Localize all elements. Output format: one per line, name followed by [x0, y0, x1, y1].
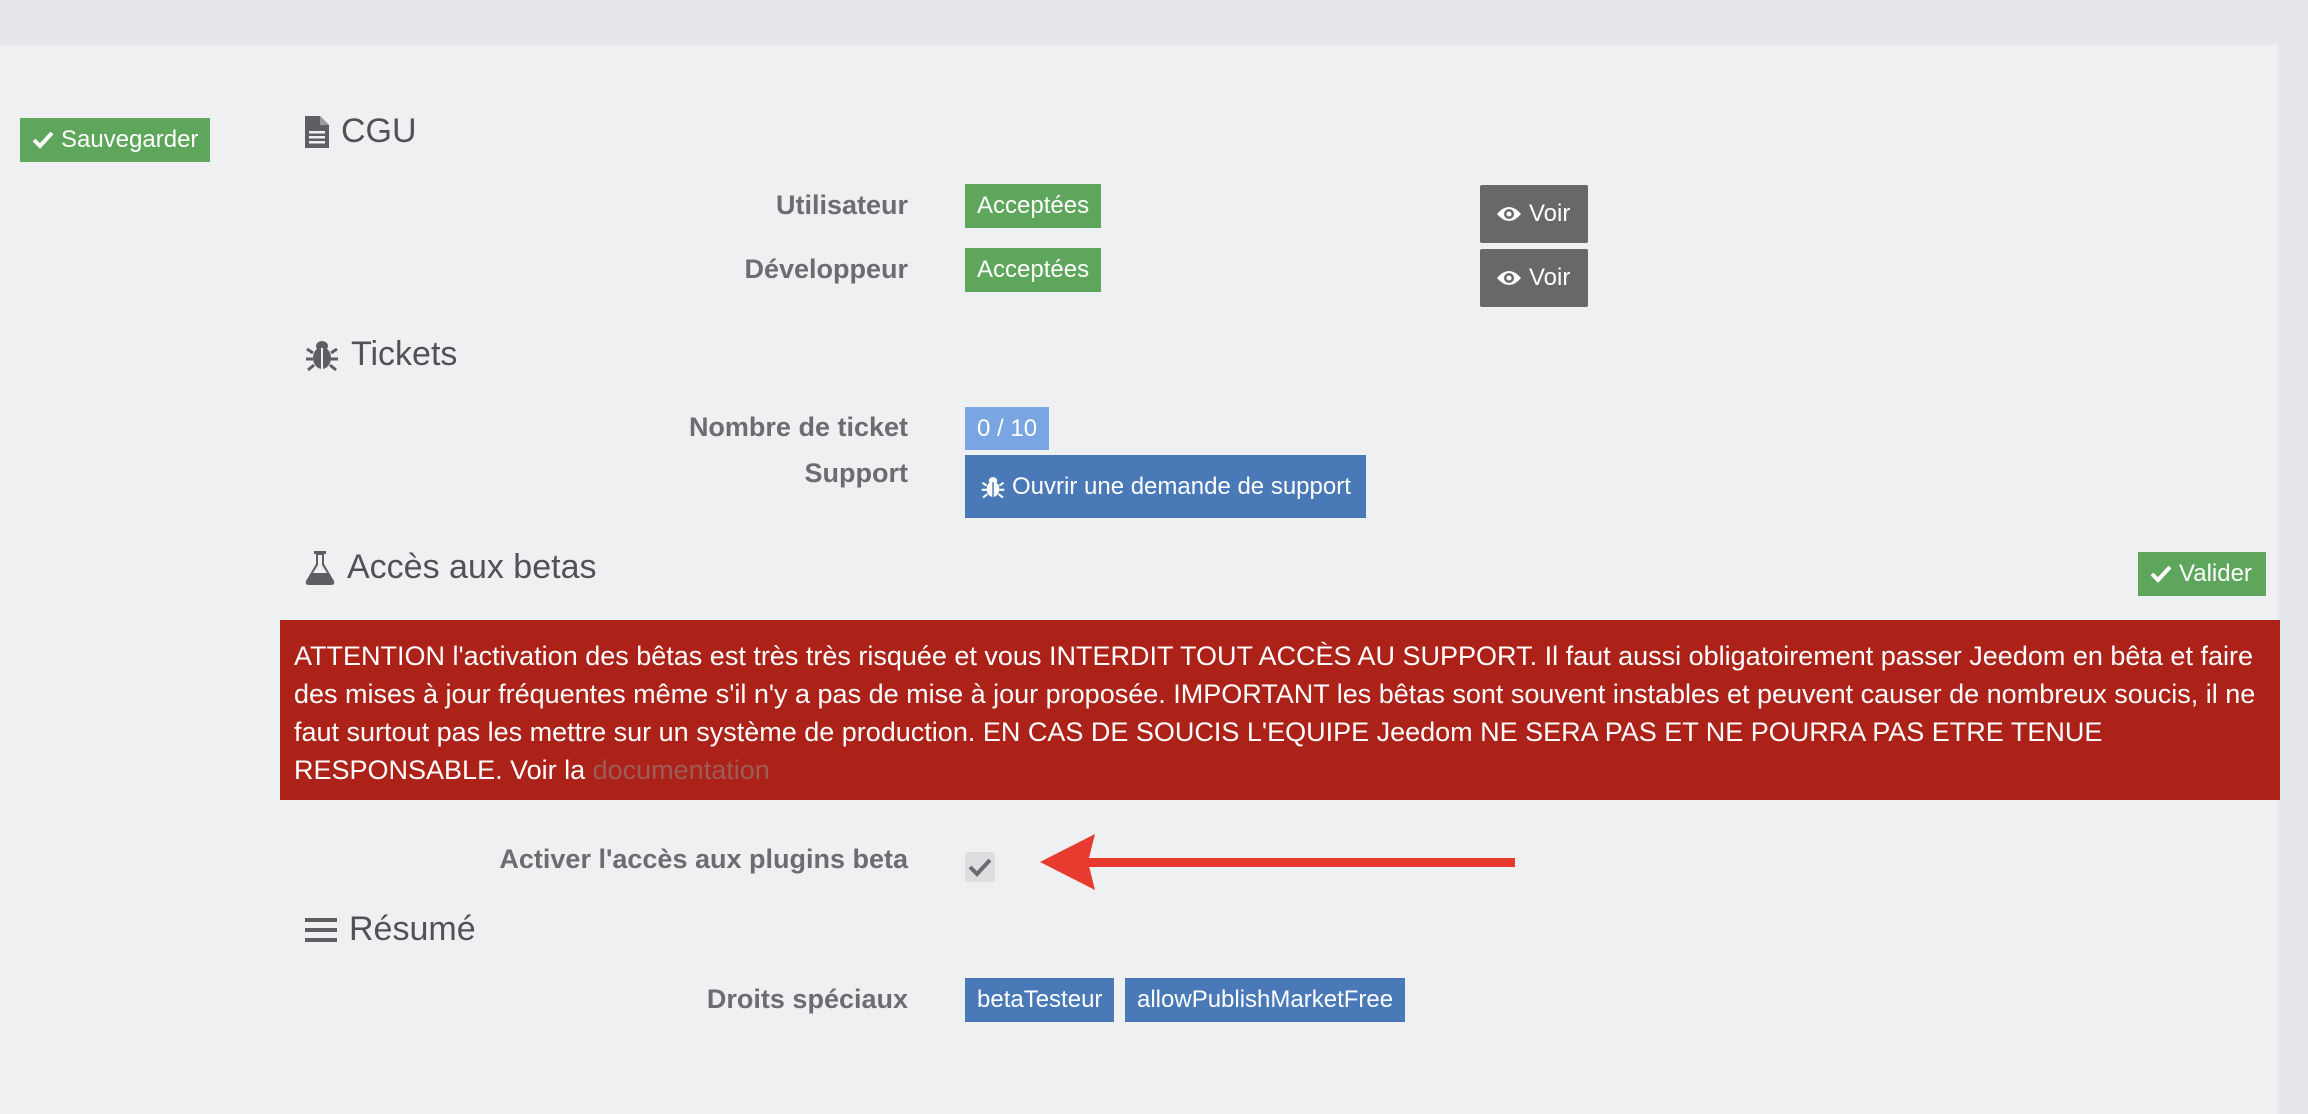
section-title-betas: Accès aux betas: [305, 548, 596, 587]
open-support-request-label: Ouvrir une demande de support: [1012, 472, 1351, 500]
validate-button-label: Valider: [2179, 560, 2252, 587]
section-title-cgu: CGU: [305, 112, 417, 151]
ticket-count-label: Nombre de ticket: [688, 412, 908, 442]
right-badge-betatesteur: betaTesteur: [965, 978, 1115, 1022]
top-bar: [0, 0, 2308, 45]
save-button-label: Sauvegarder: [61, 126, 199, 153]
bug-icon: [981, 476, 1005, 498]
flask-icon: [305, 550, 335, 585]
eye-icon: [1497, 271, 1521, 285]
cgu-user-view-button[interactable]: Voir: [1480, 185, 1588, 243]
beta-warning-alert: ATTENTION l'activation des bêtas est trè…: [280, 620, 2280, 800]
cgu-dev-view-label: Voir: [1529, 264, 1571, 291]
section-title-resume: Résumé: [305, 910, 476, 949]
documentation-link[interactable]: documentation: [593, 755, 770, 785]
file-icon: [305, 115, 329, 148]
save-button[interactable]: Sauvegarder: [20, 118, 210, 162]
bars-icon: [305, 917, 337, 942]
bug-icon: [306, 340, 338, 371]
beta-plugins-label: Activer l'accès aux plugins beta: [499, 844, 908, 874]
section-title-tickets-text: Tickets: [351, 335, 458, 373]
section-title-cgu-text: CGU: [341, 112, 417, 150]
check-icon: [32, 131, 54, 149]
ticket-count-badge: 0 / 10: [965, 407, 1050, 450]
cgu-dev-status-badge: Acceptées: [965, 248, 1102, 292]
support-label: Support: [804, 458, 908, 488]
section-title-betas-text: Accès aux betas: [347, 548, 597, 586]
special-rights-label: Droits spéciaux: [706, 984, 908, 1014]
arrow-left-icon: [1040, 834, 1515, 890]
eye-icon: [1497, 207, 1521, 221]
right-gutter: [2278, 45, 2308, 1114]
validate-button[interactable]: Valider: [2138, 552, 2266, 596]
cgu-dev-label: Développeur: [744, 254, 908, 284]
cgu-dev-view-button[interactable]: Voir: [1480, 249, 1588, 307]
section-title-tickets: Tickets: [305, 335, 457, 374]
beta-plugins-checkbox[interactable]: [965, 852, 995, 882]
beta-warning-text: ATTENTION l'activation des bêtas est trè…: [294, 641, 2256, 785]
cgu-user-status-badge: Acceptées: [965, 184, 1102, 228]
check-icon: [968, 858, 992, 877]
section-title-resume-text: Résumé: [349, 910, 476, 948]
cgu-user-label: Utilisateur: [775, 190, 908, 220]
cgu-user-view-label: Voir: [1529, 200, 1571, 227]
open-support-request-button[interactable]: Ouvrir une demande de support: [965, 455, 1366, 518]
check-icon: [2150, 565, 2172, 583]
right-badge-allowpublishmarketfree: allowPublishMarketFree: [1125, 978, 1406, 1022]
